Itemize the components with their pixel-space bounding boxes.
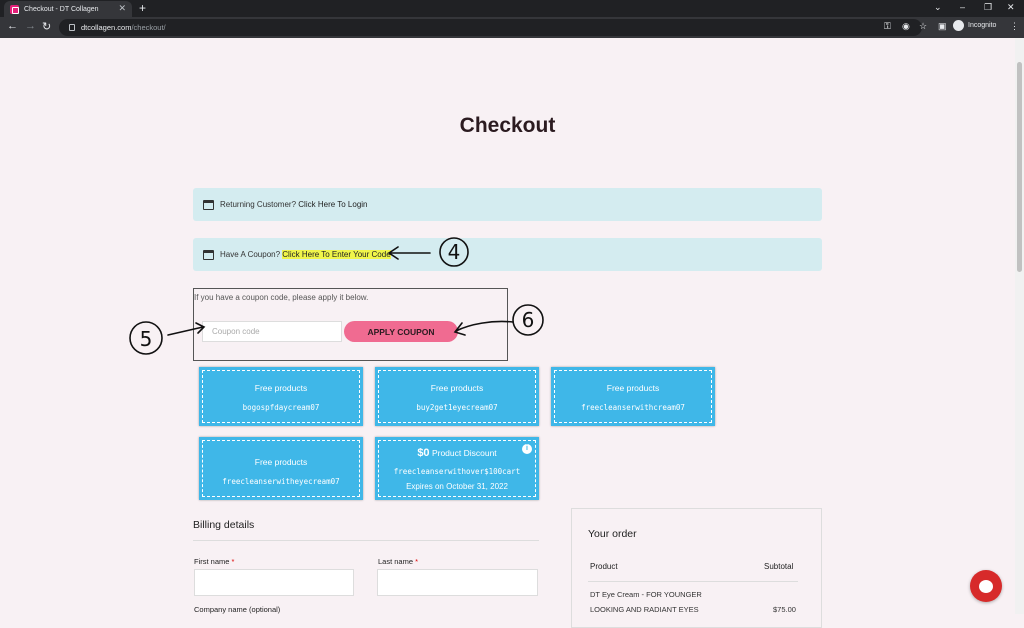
coupon-hint: If you have a coupon code, please apply … <box>194 293 369 302</box>
coupon-dashed-border <box>554 370 712 423</box>
site-favicon-icon <box>10 4 19 14</box>
browser-toolbar: ← → ↻ dtcollagen.com/checkout/ ⚿ ◉ ☆ ▣ I… <box>0 17 1024 38</box>
required-mark: * <box>415 557 419 566</box>
company-name-label: Company name (optional) <box>194 605 281 614</box>
coupon-dashed-border <box>202 440 360 497</box>
order-summary: Your order Product Subtotal DT Eye Cream… <box>571 508 822 628</box>
billing-divider <box>193 540 539 541</box>
page-scrollbar[interactable] <box>1015 38 1024 614</box>
tab-title: Checkout - DT Collagen <box>24 5 99 13</box>
coupon-card[interactable]: Free products freecleanserwithcream07 <box>551 367 715 426</box>
tab-close-icon[interactable]: ✕ <box>118 3 126 14</box>
window-close-icon[interactable]: ✕ <box>1007 2 1015 13</box>
messenger-icon <box>979 579 993 593</box>
page-title: Checkout <box>459 114 556 137</box>
order-item-line1: DT Eye Cream - FOR YOUNGER <box>590 590 702 599</box>
handwritten-annotations: 4 5 6 <box>129 237 544 355</box>
billing-details-heading: Billing details <box>193 519 255 531</box>
side-panel-icon[interactable]: ▣ <box>938 21 947 32</box>
returning-customer-notice: Returning Customer? Click Here To Login <box>193 188 822 221</box>
incognito-icon <box>953 20 964 31</box>
first-name-text: First name <box>194 557 230 566</box>
star-icon[interactable]: ☆ <box>919 21 927 32</box>
forward-arrow-icon[interactable]: → <box>25 20 36 32</box>
order-title: Your order <box>588 528 637 540</box>
coupon-title: Free products <box>254 383 308 393</box>
discount-label: Product Discount <box>431 448 497 458</box>
annotation-5: 5 <box>140 327 153 351</box>
coupon-dashed-border <box>202 370 360 423</box>
first-name-field[interactable] <box>194 569 354 596</box>
url-domain: dtcollagen.com <box>81 23 132 32</box>
apply-coupon-button[interactable]: APPLY COUPON <box>344 321 458 342</box>
menu-kebab-icon[interactable]: ⋮ <box>1010 21 1019 32</box>
annotation-6: 6 <box>522 308 535 332</box>
coupon-code: buy2get1eyecream07 <box>416 403 498 412</box>
coupon-dashed-border <box>378 370 536 423</box>
reload-icon[interactable]: ↻ <box>42 20 51 33</box>
coupon-code: freecleanserwithcream07 <box>581 403 685 412</box>
key-icon[interactable]: ⚿ <box>884 21 891 32</box>
coupon-notice: Have A Coupon? Click Here To Enter Your … <box>193 238 822 271</box>
subtotal-column-header: Subtotal <box>764 562 794 571</box>
coupon-title: $0 Product Discount <box>375 447 539 459</box>
coupon-code: freecleanserwitheyecream07 <box>222 477 340 486</box>
coupon-title: Free products <box>430 383 484 393</box>
browser-tab[interactable]: Checkout - DT Collagen ✕ <box>4 1 132 17</box>
restore-icon[interactable]: ❐ <box>984 2 992 13</box>
url-path: /checkout/ <box>131 23 166 32</box>
coupon-code: freecleanserwithover$100cart <box>393 467 521 476</box>
eye-off-icon[interactable]: ◉ <box>902 21 910 32</box>
required-mark: * <box>231 557 235 566</box>
first-name-label: First name * <box>194 557 234 566</box>
profile-label: Incognito <box>968 22 997 29</box>
coupon-title: Free products <box>606 383 660 393</box>
address-bar[interactable]: dtcollagen.com/checkout/ <box>59 19 922 36</box>
discount-amount: $0 <box>417 447 430 459</box>
coupon-code: bogospfdaycream07 <box>242 403 320 412</box>
incognito-profile[interactable]: Incognito <box>953 20 996 31</box>
enter-code-link[interactable]: Click Here To Enter Your Code <box>282 250 391 259</box>
window-icon <box>203 249 214 260</box>
order-item-line2: LOOKING AND RADIANT EYES <box>590 605 699 614</box>
back-arrow-icon[interactable]: ← <box>7 20 18 32</box>
coupon-card[interactable]: Free products buy2get1eyecream07 <box>375 367 539 426</box>
coupon-expiry: Expires on October 31, 2022 <box>406 482 508 491</box>
new-tab-plus-icon[interactable]: + <box>139 1 146 15</box>
minimize-icon[interactable]: – <box>960 2 965 12</box>
coupon-notice-prefix: Have A Coupon? <box>220 250 281 259</box>
window-icon <box>203 199 214 210</box>
browser-tab-strip: Checkout - DT Collagen ✕ + ⌄ – ❐ ✕ <box>0 0 1024 17</box>
coupon-code-input[interactable]: Coupon code <box>202 321 342 342</box>
messenger-chat-button[interactable] <box>970 570 1002 602</box>
returning-customer-prefix: Returning Customer? <box>220 200 297 209</box>
order-divider <box>588 581 798 582</box>
coupon-form: If you have a coupon code, please apply … <box>193 288 508 361</box>
lock-icon <box>69 24 75 31</box>
coupon-card[interactable]: Free products freecleanserwitheyecream07 <box>199 437 363 500</box>
coupon-card[interactable]: Free products bogospfdaycream07 <box>199 367 363 426</box>
annotation-6-circle <box>512 304 544 336</box>
scrollbar-thumb[interactable] <box>1017 62 1022 272</box>
last-name-label: Last name * <box>378 557 418 566</box>
coupon-card[interactable]: i $0 Product Discount freecleanserwithov… <box>375 437 539 500</box>
annotation-5-circle <box>129 321 163 355</box>
coupon-title: Free products <box>254 457 308 467</box>
login-link[interactable]: Click Here To Login <box>298 200 367 209</box>
product-column-header: Product <box>590 562 618 571</box>
last-name-text: Last name <box>378 557 414 566</box>
tab-search-chevron-icon[interactable]: ⌄ <box>934 2 942 13</box>
last-name-field[interactable] <box>377 569 538 596</box>
order-item-price: $75.00 <box>773 605 796 614</box>
